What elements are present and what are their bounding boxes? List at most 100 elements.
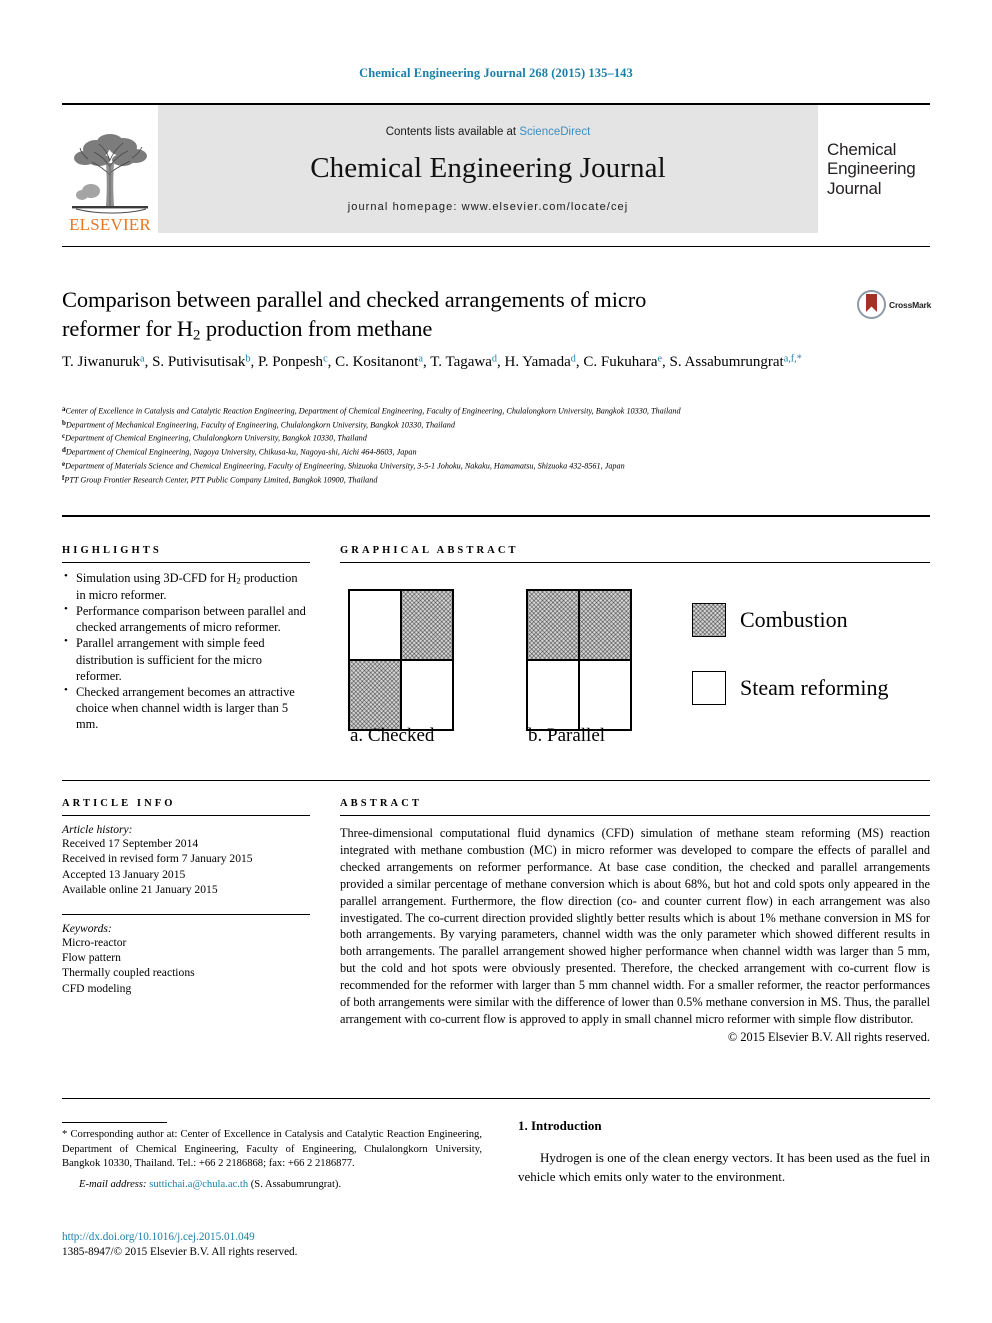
journal-band: Contents lists available at ScienceDirec… bbox=[158, 105, 818, 233]
affiliation-mark: a bbox=[62, 405, 66, 413]
author-name: T. Tagawa bbox=[430, 354, 492, 370]
email-link[interactable]: suttichai.a@chula.ac.th bbox=[149, 1179, 248, 1190]
contents-available-line: Contents lists available at ScienceDirec… bbox=[386, 126, 591, 138]
email-label: E-mail address: bbox=[79, 1178, 147, 1190]
title-line-1: Comparison between parallel and checked … bbox=[62, 287, 647, 312]
parallel-cell-4 bbox=[579, 660, 631, 730]
article-history-item: Received 17 September 2014 bbox=[62, 837, 199, 850]
affiliation-mark: e bbox=[62, 459, 66, 468]
corresponding-author-text: * Corresponding author at: Center of Exc… bbox=[62, 1129, 482, 1170]
highlight-subscript: 2 bbox=[236, 575, 241, 586]
checked-cell-3 bbox=[349, 660, 401, 730]
highlights-section: HIGHLIGHTS Simulation using 3D-CFD for H… bbox=[62, 545, 310, 732]
graphical-abstract-bottom-rule bbox=[62, 780, 930, 781]
legend-label-combustion: Combustion bbox=[740, 607, 848, 632]
highlights-rule bbox=[62, 562, 310, 563]
title-line-2-pre: reformer for H bbox=[62, 316, 194, 342]
author-affiliation-mark: d bbox=[491, 353, 497, 365]
article-info-rule bbox=[62, 815, 310, 816]
doi-block: http://dx.doi.org/10.1016/j.cej.2015.01.… bbox=[62, 1230, 482, 1260]
affiliation-line: bDepartment of Mechanical Engineering, F… bbox=[62, 418, 455, 430]
journal-cover-thumbnail: Chemical Engineering Journal bbox=[818, 105, 930, 233]
journal-masthead: ELSEVIER Contents lists available at Sci… bbox=[62, 103, 930, 233]
author-name: S. Assabumrungrat bbox=[669, 354, 784, 370]
author-name: P. Ponpesh bbox=[258, 354, 324, 370]
author-affiliation-mark: d bbox=[570, 353, 576, 365]
legend-swatch-combustion bbox=[692, 603, 726, 637]
checked-arrangement-grid bbox=[348, 589, 454, 731]
highlight-item: Checked arrangement becomes an attractiv… bbox=[64, 683, 310, 732]
article-history-item: Accepted 13 January 2015 bbox=[62, 867, 186, 881]
article-page: Chemical Engineering Journal 268 (2015) … bbox=[0, 0, 992, 1323]
graphical-abstract-rule bbox=[340, 562, 930, 563]
crossmark-badge[interactable]: CrossMark bbox=[857, 290, 931, 319]
author-name: C. Fukuhara bbox=[583, 354, 658, 370]
parallel-cell-1 bbox=[527, 590, 579, 660]
article-info-heading: ARTICLE INFO bbox=[62, 798, 176, 809]
legend-item-combustion: Combustion bbox=[692, 603, 848, 637]
highlight-item: Parallel arrangement with simple feed di… bbox=[64, 634, 310, 683]
affiliation-line: cDepartment of Chemical Engineering, Chu… bbox=[62, 432, 367, 443]
article-history-item: Received in revised form 7 January 2015 bbox=[62, 852, 253, 866]
graphical-abstract-figure: a. Checked b. Parallel Combustion Steam … bbox=[340, 573, 930, 765]
abstract-text: Three-dimensional computational fluid dy… bbox=[340, 826, 930, 1026]
graphical-abstract-section: GRAPHICAL ABSTRACT a. Checked b. Paralle… bbox=[340, 545, 930, 765]
keyword-item: Flow pattern bbox=[62, 951, 121, 965]
legend-item-steam-reforming: Steam reforming bbox=[692, 671, 888, 705]
journal-title: Chemical Engineering Journal bbox=[310, 152, 666, 184]
elsevier-tree-icon bbox=[72, 134, 148, 214]
cover-line-1: Chemical bbox=[827, 140, 897, 160]
affiliation-bottom-rule bbox=[62, 515, 930, 517]
journal-homepage-line[interactable]: journal homepage: www.elsevier.com/locat… bbox=[348, 201, 629, 213]
cover-line-2: Engineering bbox=[827, 159, 916, 179]
author-affiliation-mark: e bbox=[657, 353, 663, 365]
checked-cell-4 bbox=[401, 660, 453, 730]
author-affiliation-mark: a bbox=[418, 353, 423, 365]
email-owner: (S. Assabumrungrat). bbox=[250, 1178, 342, 1190]
introduction-heading: 1. Introduction bbox=[518, 1118, 602, 1133]
keyword-item: Thermally coupled reactions bbox=[62, 966, 195, 980]
title-area: Comparison between parallel and checked … bbox=[62, 285, 852, 345]
author-name: S. Putivisutisak bbox=[152, 354, 246, 370]
article-history-list: Received 17 September 2014 Received in re… bbox=[62, 836, 310, 898]
author-affiliation-mark: a,f,* bbox=[783, 353, 802, 365]
checked-cell-1 bbox=[349, 590, 401, 660]
elsevier-wordmark: ELSEVIER bbox=[69, 215, 151, 234]
crossmark-icon bbox=[857, 290, 886, 319]
affiliation-line: eDepartment of Materials Science and Che… bbox=[62, 459, 625, 471]
title-line-2-post: production from methane bbox=[200, 316, 433, 342]
author-name: H. Yamada bbox=[504, 354, 571, 370]
doi-link[interactable]: http://dx.doi.org/10.1016/j.cej.2015.01.… bbox=[62, 1230, 482, 1245]
keyword-item: Micro-reactor bbox=[62, 935, 127, 949]
affiliation-mark: f bbox=[62, 473, 65, 482]
corresponding-author-note: * Corresponding author at: Center of Exc… bbox=[62, 1128, 482, 1192]
abstract-copyright: © 2015 Elsevier B.V. All rights reserved… bbox=[727, 1029, 930, 1044]
author-name: C. Kositanont bbox=[335, 354, 419, 370]
author-affiliation-mark: a bbox=[140, 353, 145, 365]
affiliation-mark: d bbox=[62, 446, 66, 455]
sciencedirect-link[interactable]: ScienceDirect bbox=[519, 126, 590, 138]
introduction-paragraph: Hydrogen is one of the clean energy vect… bbox=[518, 1150, 930, 1184]
highlights-list: Simulation using 3D-CFD for H2 productio… bbox=[62, 569, 310, 732]
email-line: E-mail address: suttichai.a@chula.ac.th … bbox=[62, 1178, 482, 1193]
article-info-section: ARTICLE INFO Article history: Received 1… bbox=[62, 798, 310, 996]
crossmark-label: CrossMark bbox=[889, 299, 932, 310]
elsevier-logo: ELSEVIER bbox=[62, 105, 158, 233]
keyword-item: CFD modeling bbox=[62, 981, 132, 995]
abstract-section: ABSTRACT Three-dimensional computational… bbox=[340, 798, 930, 1045]
affiliation-list: aCenter of Excellence in Catalysis and C… bbox=[62, 404, 940, 486]
author-affiliation-mark: c bbox=[323, 353, 328, 365]
affiliation-line: aCenter of Excellence in Catalysis and C… bbox=[62, 405, 681, 416]
abstract-heading: ABSTRACT bbox=[340, 798, 422, 809]
graphical-abstract-heading: GRAPHICAL ABSTRACT bbox=[340, 545, 519, 556]
cover-line-3: Journal bbox=[827, 178, 882, 198]
author-list: T. Jiwanuruka, S. Putivisutisakb, P. Pon… bbox=[62, 353, 802, 370]
article-history-label: Article history: bbox=[62, 823, 133, 836]
introduction-section: 1. Introduction Hydrogen is one of the c… bbox=[518, 1118, 930, 1186]
affiliation-line: dDepartment of Chemical Engineering, Nag… bbox=[62, 446, 417, 457]
parallel-caption: b. Parallel bbox=[528, 725, 606, 746]
parallel-arrangement-grid bbox=[526, 589, 632, 731]
parallel-cell-3 bbox=[527, 660, 579, 730]
legend-label-steam-reforming: Steam reforming bbox=[740, 675, 889, 700]
checked-cell-2 bbox=[401, 590, 453, 660]
